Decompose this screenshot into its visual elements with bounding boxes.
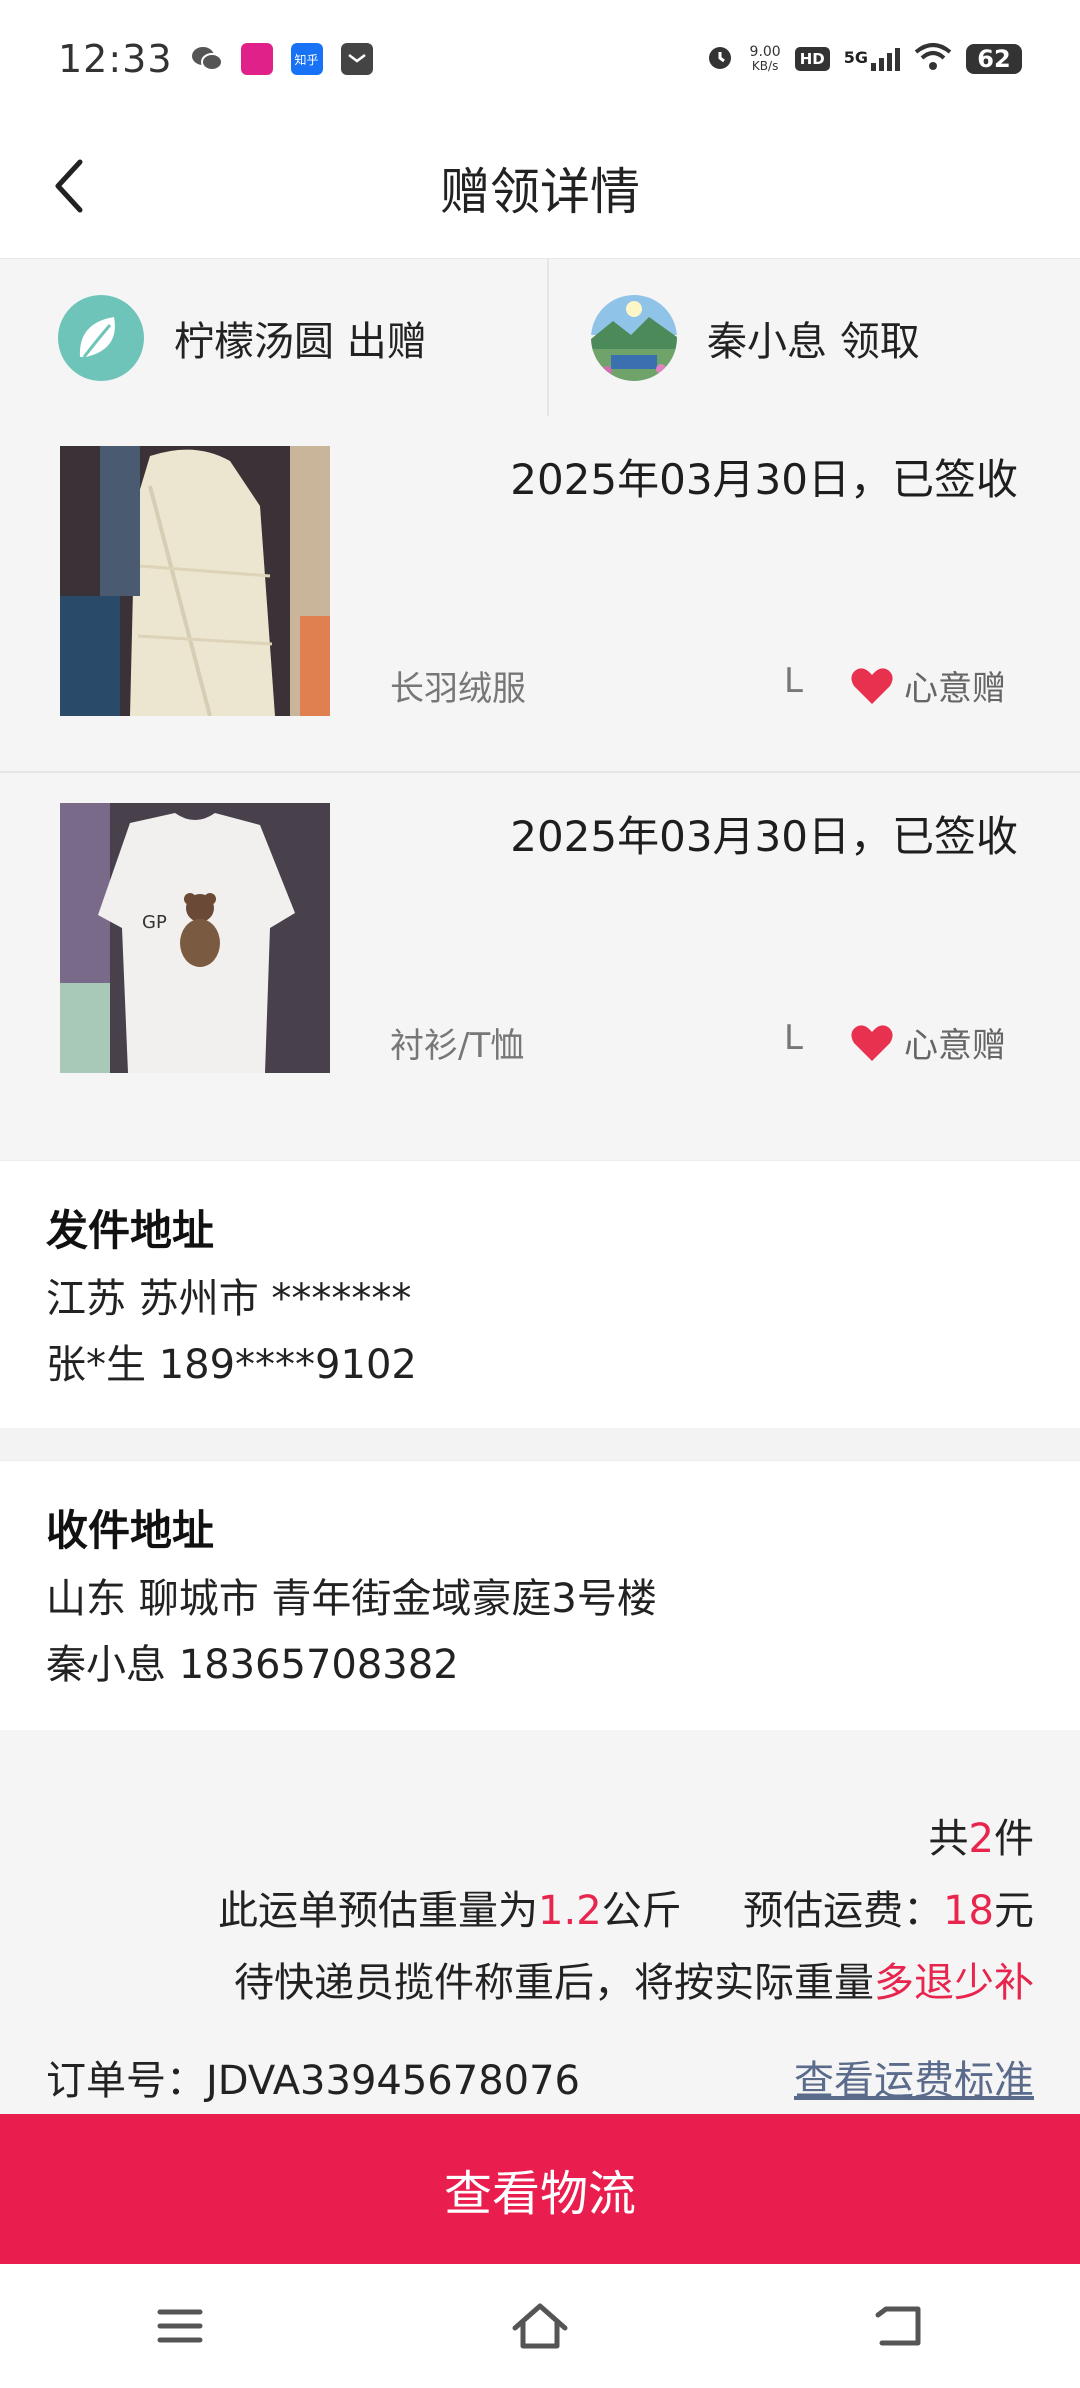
receiver-contact: 秦小息 18365708382 (46, 1642, 459, 1688)
status-bar: 12:33 知乎 9.00 KB/s HD 5G 62 (0, 0, 1080, 118)
order-number: 订单号：JDVA33945678076 (46, 2058, 581, 2104)
giver-label: 柠檬汤圆 出赠 (174, 319, 427, 365)
note-prefix: 待快递员揽件称重后，将按实际重量 (234, 1960, 874, 2006)
system-nav-bar (0, 2264, 1080, 2388)
item-list: 2025年03月30日，已签收 长羽绒服 L 心意赠 GP 2025年03月30… (0, 416, 1080, 1160)
shipping-summary: 共2件 此运单预估重量为1.2公斤 预估运费：18元 待快递员揽件称重后，将按实… (0, 1730, 1080, 2115)
back-button[interactable] (38, 156, 98, 216)
sender-address-section: 发件地址 江苏 苏州市 ******* 张*生 189****9102 (0, 1160, 1080, 1428)
item-size: L (784, 661, 803, 701)
header: 赠领详情 (0, 118, 1080, 258)
count-suffix: 件 (994, 1816, 1034, 1862)
receiver-title: 收件地址 (46, 1506, 215, 1555)
wifi-icon (914, 42, 952, 76)
menu-nav-button[interactable] (135, 2281, 225, 2371)
item-photo-down-coat (60, 446, 330, 716)
network-type: 5G (843, 47, 868, 67)
svg-text:GP: GP (142, 912, 167, 933)
menu-icon (157, 2309, 203, 2343)
item-size: L (784, 1018, 803, 1058)
sender-title: 发件地址 (46, 1206, 215, 1255)
fee-value: 18 (943, 1888, 994, 1934)
weight-note: 待快递员揽件称重后，将按实际重量多退少补 (234, 1950, 1034, 2008)
note-highlight: 多退少补 (874, 1960, 1034, 2006)
receiver-info[interactable]: 秦小息 领取 (547, 259, 1080, 417)
weight-prefix: 此运单预估重量为 (218, 1888, 539, 1934)
receiver-address-section: 收件地址 山东 聊城市 青年街金域豪庭3号楼 秦小息 18365708382 (0, 1460, 1080, 1730)
receiver-avatar (591, 295, 677, 381)
zhihu-icon: 知乎 (290, 43, 323, 75)
count-value: 2 (968, 1816, 994, 1862)
return-icon (875, 2306, 921, 2346)
item-name: 长羽绒服 (390, 669, 526, 709)
hd-badge: HD (794, 47, 830, 71)
list-item[interactable]: GP 2025年03月30日，已签收 衬衫/T恤 L 心意赠 (0, 771, 1080, 1128)
section-divider (0, 1428, 1080, 1460)
item-count: 共2件 (929, 1806, 1034, 1864)
status-time: 12:33 (58, 37, 173, 81)
receiver-label: 秦小息 领取 (707, 319, 920, 365)
net-speed-value: 9.00 (749, 44, 781, 60)
status-right: 9.00 KB/s HD 5G 62 (704, 41, 1022, 77)
alarm-icon (704, 41, 736, 77)
count-prefix: 共 (928, 1816, 969, 1862)
giver-avatar (58, 295, 144, 381)
item-date-status: 2025年03月30日，已签收 (510, 812, 1018, 861)
weight-value: 1.2 (538, 1888, 602, 1934)
parties-bar: 柠檬汤圆 出赠 秦小息 领取 (0, 258, 1080, 418)
fee-unit: 元 (994, 1888, 1034, 1934)
net-speed: 9.00 KB/s (750, 45, 781, 73)
item-date-status: 2025年03月30日，已签收 (510, 455, 1018, 504)
item-tag-label: 心意赠 (904, 669, 1006, 709)
news-app-icon (240, 43, 273, 75)
item-name: 衬衫/T恤 (390, 1026, 525, 1066)
signal-icon: 5G (843, 47, 900, 71)
fee-standard-link[interactable]: 查看运费标准 (794, 2048, 1034, 2106)
net-speed-unit: KB/s (751, 59, 779, 73)
fee-label: 预估运费： (743, 1888, 944, 1934)
home-nav-button[interactable] (495, 2281, 585, 2371)
list-item[interactable]: 2025年03月30日，已签收 长羽绒服 L 心意赠 (0, 416, 1080, 771)
sender-contact: 张*生 189****9102 (46, 1342, 417, 1388)
weight-unit: 公斤 (601, 1888, 682, 1934)
mail-app-icon (340, 43, 373, 75)
weight-fee-line: 此运单预估重量为1.2公斤 预估运费：18元 (218, 1878, 1034, 1936)
page-title: 赠领详情 (440, 163, 640, 221)
item-photo-tshirt: GP (60, 803, 330, 1073)
view-logistics-button[interactable]: 查看物流 (0, 2114, 1080, 2264)
chevron-left-icon (55, 159, 83, 213)
status-left: 12:33 知乎 (58, 37, 373, 81)
heart-icon (851, 667, 893, 704)
item-tag-label: 心意赠 (904, 1026, 1006, 1066)
heart-icon (851, 1024, 893, 1061)
item-tag: 心意赠 (850, 1018, 1006, 1067)
wechat-icon (191, 43, 223, 75)
item-tag: 心意赠 (850, 661, 1006, 710)
back-nav-button[interactable] (855, 2281, 945, 2371)
home-icon (512, 2303, 568, 2349)
receiver-address: 山东 聊城市 青年街金域豪庭3号楼 (46, 1576, 657, 1622)
sender-region: 江苏 苏州市 ******* (46, 1276, 412, 1322)
battery-indicator: 62 (966, 44, 1022, 74)
giver-info[interactable]: 柠檬汤圆 出赠 (0, 259, 547, 417)
